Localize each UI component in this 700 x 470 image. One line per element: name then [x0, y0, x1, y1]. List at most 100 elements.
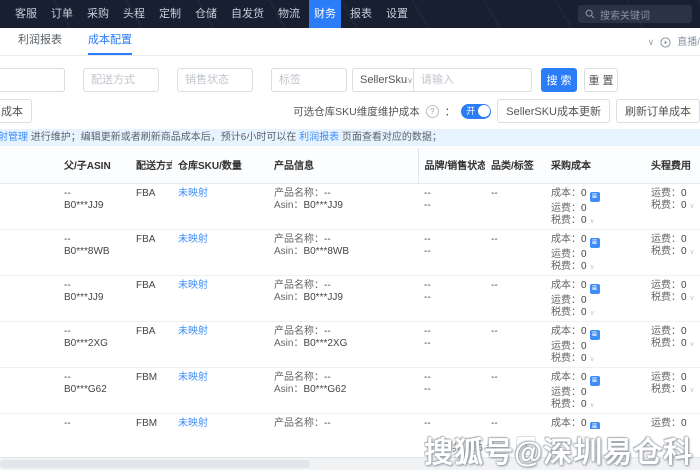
filter-row: SellerSku ∨ 搜 索 重 置: [0, 68, 700, 92]
unmapped-link[interactable]: 未映射: [178, 372, 208, 383]
warehouse-sku-toggle[interactable]: 开: [461, 103, 492, 119]
cost-detail-icon[interactable]: [589, 237, 600, 248]
tabbar-right: ∨ 直播/: [648, 30, 700, 55]
nav-item-设置[interactable]: 设置: [381, 0, 413, 28]
cost-detail-icon[interactable]: [589, 191, 600, 202]
table-row: -- B0***G62 FBM 未映射 产品名称：-- Asin：B0***G62 -- --…: [0, 367, 700, 414]
nav-item-客服[interactable]: 客服: [10, 0, 42, 28]
purchase-cost-cell: 成本：0运费：0税费：0∨: [545, 275, 645, 322]
nav-item-自发货[interactable]: 自发货: [226, 0, 269, 28]
search-placeholder: 搜索关键词: [600, 10, 650, 22]
unmapped-link[interactable]: 未映射: [178, 234, 208, 245]
category-tag-cell: --: [485, 183, 545, 230]
delivery-cell: FBA: [130, 183, 172, 230]
horizontal-scrollbar-thumb[interactable]: [0, 460, 310, 468]
chevron-down-icon[interactable]: ∨: [590, 264, 595, 271]
sellersku-cost-update-button[interactable]: SellerSKU成本更新: [497, 99, 610, 123]
nav-item-财务[interactable]: 财务: [309, 0, 341, 28]
label-colon: ：: [444, 105, 456, 118]
column-header: 头程费用: [645, 148, 700, 184]
nav-item-采购[interactable]: 采购: [82, 0, 114, 28]
live-help-link[interactable]: 直播/: [677, 30, 700, 55]
sales-status-select[interactable]: [177, 68, 253, 92]
cost-detail-icon[interactable]: [589, 375, 600, 386]
nav-item-物流[interactable]: 物流: [273, 0, 305, 28]
cost-table: 父/子ASIN 配送方式 仓库SKU/数量 产品信息 品牌/销售状态 品类/标签 采购成本头…: [0, 148, 700, 429]
cost-detail-icon[interactable]: [589, 283, 600, 294]
chevron-down-icon[interactable]: ∨: [690, 387, 695, 394]
purchase-cost-cell: 成本：0运费：0税费：0∨: [545, 413, 645, 429]
table-row: -- B0***JJ9 FBA 未映射 产品名称：-- Asin：B0***JJ9 -- --…: [0, 183, 700, 230]
warehouse-sku-label: 可选仓库SKU维度维护成本: [293, 105, 420, 118]
purchase-cost-cell: 成本：0运费：0税费：0∨: [545, 229, 645, 276]
chevron-down-icon[interactable]: ∨: [690, 249, 695, 256]
tag-select[interactable]: [271, 68, 347, 92]
unmapped-link[interactable]: 未映射: [178, 326, 208, 337]
chevron-down-icon[interactable]: ∨: [590, 218, 595, 225]
select-cell: [0, 413, 58, 429]
watermark: 搜狐号@深圳易仓科: [424, 437, 694, 469]
table-row: -- B0***2XG FBA 未映射 产品名称：-- Asin：B0***2XG -- --…: [0, 321, 700, 368]
nav-item-头程[interactable]: 头程: [118, 0, 150, 28]
chevron-down-icon[interactable]: ∨: [690, 203, 695, 210]
nav-item-定制[interactable]: 定制: [154, 0, 186, 28]
product-cell: 产品名称：-- Asin：B0***JJ9: [268, 183, 418, 230]
cost-detail-icon[interactable]: [589, 329, 600, 340]
product-cell: 产品名称：--Asin：B0***3LX: [268, 413, 418, 429]
cost-detail-icon[interactable]: [589, 421, 600, 429]
chevron-down-icon[interactable]: ∨: [590, 402, 595, 409]
chevron-down-icon[interactable]: ∨: [590, 356, 595, 363]
notice-bar: 映射管理 进行维护；编辑更新或者刷新商品成本后，预计6小时可以在 利润报表 页面…: [0, 129, 700, 146]
sellersku-input[interactable]: [414, 68, 532, 92]
mapping-cell: 未映射: [172, 229, 268, 276]
chevron-down-icon[interactable]: ∨: [590, 310, 595, 317]
head-freight-cell: 运费：0税费：0∨: [645, 275, 700, 322]
main-filter-input[interactable]: [0, 68, 65, 92]
reset-button[interactable]: 重 置: [584, 68, 618, 92]
column-header: 仓库SKU/数量: [172, 148, 268, 184]
nav-item-报表[interactable]: 报表: [345, 0, 377, 28]
column-header: 配送方式: [130, 148, 172, 184]
purchase-cost-cell: 成本：0运费：0税费：0∨: [545, 321, 645, 368]
cost-table-wrap: 父/子ASIN 配送方式 仓库SKU/数量 产品信息 品牌/销售状态 品类/标签 采购成本头…: [0, 148, 700, 429]
global-search-box[interactable]: 搜索关键词: [578, 5, 692, 23]
category-tag-cell: --: [485, 275, 545, 322]
chevron-down-icon: ∨: [407, 75, 413, 85]
brand-status-cell: ----: [418, 183, 485, 230]
tab-成本配置[interactable]: 成本配置: [88, 28, 132, 55]
head-freight-cell: 运费：0税费：0∨: [645, 413, 700, 429]
head-freight-cell: 运费：0税费：0∨: [645, 321, 700, 368]
delivery-method-select[interactable]: [83, 68, 159, 92]
chevron-down-icon[interactable]: ∨: [690, 341, 695, 348]
chevron-down-icon[interactable]: ∨: [690, 295, 695, 302]
refresh-order-cost-button[interactable]: 刷新订单成本: [616, 99, 700, 123]
delivery-cell: FBM: [130, 413, 172, 429]
unmapped-link[interactable]: 未映射: [178, 280, 208, 291]
brand-status-cell: ----: [418, 229, 485, 276]
select-cell: [0, 275, 58, 322]
play-circle-icon[interactable]: [660, 37, 671, 48]
profit-report-link[interactable]: 利润报表: [299, 132, 339, 143]
nav-item-订单[interactable]: 订单: [46, 0, 78, 28]
product-cell: 产品名称：-- Asin：B0***8WB: [268, 229, 418, 276]
info-icon[interactable]: ?: [425, 104, 439, 118]
chevron-down-icon[interactable]: ∨: [648, 30, 655, 55]
search-icon: [585, 9, 595, 19]
mapping-manage-link[interactable]: 映射管理: [0, 132, 28, 143]
product-cell: 产品名称：-- Asin：B0***2XG: [268, 321, 418, 368]
tab-利润报表[interactable]: 利润报表: [18, 28, 62, 55]
maintain-cost-button[interactable]: 成本: [0, 99, 32, 123]
category-tag-cell: --: [485, 413, 545, 429]
sellersku-select[interactable]: SellerSku ∨: [352, 68, 414, 92]
unmapped-link[interactable]: 未映射: [178, 418, 208, 429]
mapping-cell: 未映射: [172, 413, 268, 429]
sellersku-select-value: SellerSku: [360, 74, 408, 86]
nav-item-仓储[interactable]: 仓储: [190, 0, 222, 28]
mapping-cell: 未映射: [172, 367, 268, 414]
asin-cell: --B0***3LX: [58, 413, 130, 429]
unmapped-link[interactable]: 未映射: [178, 188, 208, 199]
search-button[interactable]: 搜 索: [541, 68, 577, 92]
table-row: -- B0***8WB FBA 未映射 产品名称：-- Asin：B0***8WB -- --…: [0, 229, 700, 276]
toggle-on-label: 开: [466, 105, 476, 116]
brand-status-cell: ----: [418, 413, 485, 429]
